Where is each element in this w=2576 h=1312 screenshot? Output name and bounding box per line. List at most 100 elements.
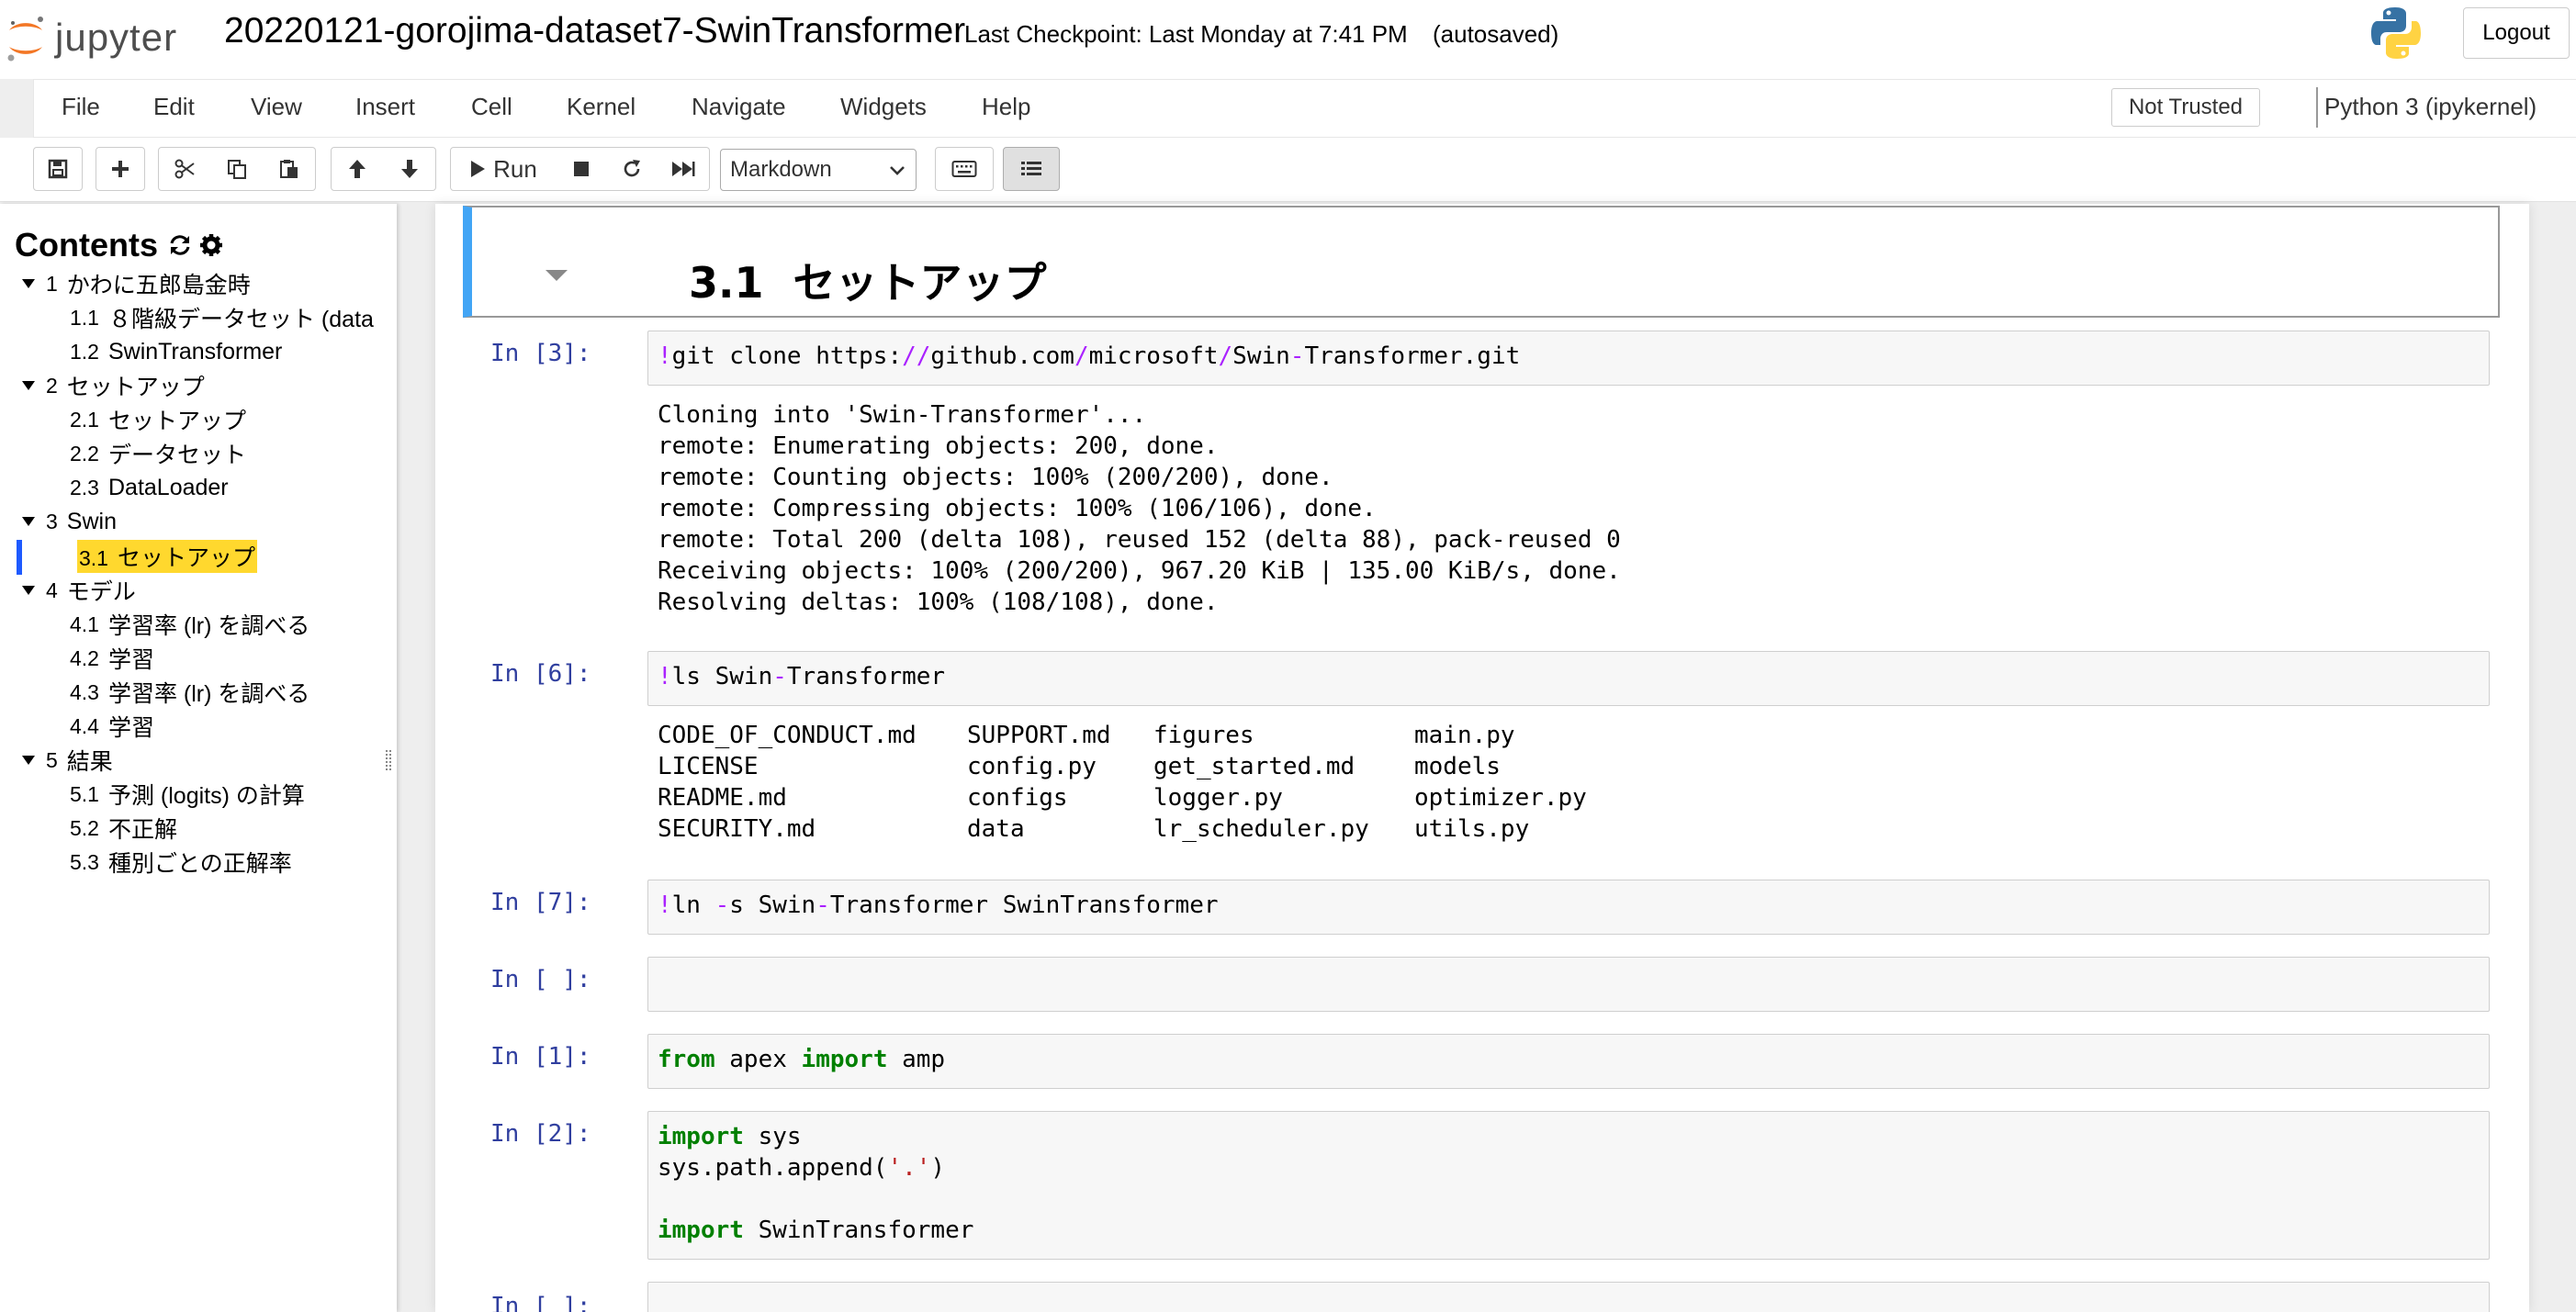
code-input[interactable]: from apex import amp: [647, 1034, 2490, 1089]
copy-button[interactable]: [210, 147, 264, 191]
code-token: Transformer: [786, 663, 946, 690]
toc-toggle-button[interactable]: [1003, 147, 1060, 191]
file-entry: logger.py: [1153, 784, 1283, 812]
toc-num: 4.4: [70, 713, 99, 738]
save-button[interactable]: [33, 147, 83, 191]
code-token: sys.path.append(: [658, 1154, 888, 1182]
menu-navigate[interactable]: Navigate: [692, 93, 786, 121]
code-token: import: [658, 1217, 744, 1244]
gear-icon[interactable]: [198, 232, 224, 258]
file-entry: SECURITY.md: [658, 815, 816, 843]
toc-label: ８階級データセット (data: [107, 307, 374, 332]
menu-cell[interactable]: Cell: [471, 93, 512, 121]
trust-button[interactable]: Not Trusted: [2111, 88, 2260, 127]
caret-down-icon[interactable]: [22, 756, 35, 765]
toc-item-3-1[interactable]: 3.1 セットアップ: [77, 540, 257, 573]
toc-item-2[interactable]: 2 セットアップ: [22, 369, 205, 402]
code-line: import sys: [658, 1121, 2480, 1152]
file-entry: README.md: [658, 784, 787, 812]
output-line: remote: Total 200 (delta 108), reused 15…: [658, 526, 1621, 554]
toc-label: セットアップ: [66, 375, 205, 400]
toc-label: 学習率 (lr) を調べる: [107, 613, 310, 639]
code-token: /: [1218, 342, 1233, 370]
code-token: !: [658, 891, 672, 919]
menu-insert[interactable]: Insert: [355, 93, 415, 121]
toc-num: 5: [46, 747, 58, 772]
jupyter-logo-icon: [7, 17, 43, 62]
toc-item-4-4[interactable]: 4.4 学習: [70, 710, 154, 743]
toc-item-5[interactable]: 5 結果: [22, 744, 113, 777]
toc-item-1-2[interactable]: 1.2 SwinTransformer: [70, 335, 282, 368]
toc-label: SwinTransformer: [107, 338, 283, 364]
toc-label: 結果: [66, 749, 113, 775]
menubar: File Edit View Insert Cell Kernel Naviga…: [33, 79, 2576, 138]
toc-item-2-3[interactable]: 2.3 DataLoader: [70, 471, 229, 504]
code-input[interactable]: [647, 957, 2490, 1012]
jupyter-logo[interactable]: jupyter: [4, 7, 177, 68]
command-palette-button[interactable]: [935, 147, 994, 191]
menu-widgets[interactable]: Widgets: [840, 93, 927, 121]
code-token: microsoft: [1088, 342, 1219, 370]
toc-num: 2.3: [70, 475, 99, 499]
code-input[interactable]: !git clone https://github.com/microsoft/…: [647, 331, 2490, 386]
code-input[interactable]: !ln -s Swin-Transformer SwinTransformer: [647, 880, 2490, 935]
toc-num: 5.2: [70, 815, 99, 840]
menu-view[interactable]: View: [251, 93, 302, 121]
toc-item-5-3[interactable]: 5.3 種別ごとの正解率: [70, 846, 292, 879]
file-entry: figures: [1153, 722, 1254, 749]
restart-run-all-button[interactable]: [657, 147, 710, 191]
restart-button[interactable]: [606, 147, 658, 191]
cut-button[interactable]: [158, 147, 211, 191]
paste-button[interactable]: [263, 147, 316, 191]
code-input[interactable]: !ls Swin-Transformer: [647, 651, 2490, 706]
toc-num: 2: [46, 373, 58, 398]
caret-down-icon[interactable]: [22, 279, 35, 288]
toc-label: 学習: [107, 647, 154, 673]
caret-down-icon[interactable]: [22, 381, 35, 390]
move-up-button[interactable]: [331, 147, 384, 191]
refresh-icon[interactable]: [167, 232, 193, 258]
menu-edit[interactable]: Edit: [153, 93, 195, 121]
toc-item-3[interactable]: 3 Swin: [22, 505, 117, 538]
caret-down-icon[interactable]: [22, 586, 35, 595]
interrupt-button[interactable]: [556, 147, 607, 191]
collapse-caret-icon[interactable]: [546, 270, 568, 281]
logout-button[interactable]: Logout: [2463, 7, 2570, 59]
file-entry: utils.py: [1414, 815, 1530, 843]
menu-kernel[interactable]: Kernel: [567, 93, 636, 121]
toc-item-2-2[interactable]: 2.2 データセット: [70, 437, 246, 470]
code-input[interactable]: import sys sys.path.append('.') import Sw…: [647, 1111, 2490, 1260]
cell-type-select[interactable]: Markdown: [720, 149, 917, 191]
toc-item-2-1[interactable]: 2.1 セットアップ: [70, 403, 246, 436]
run-label: Run: [493, 154, 537, 183]
menu-file[interactable]: File: [62, 93, 100, 121]
markdown-cell[interactable]: 3.1 セットアップ: [463, 206, 2500, 318]
kernel-name[interactable]: Python 3 (ipykernel): [2324, 93, 2537, 121]
code-input[interactable]: [647, 1282, 2490, 1312]
insert-cell-button[interactable]: [96, 147, 145, 191]
code-token: import: [801, 1046, 888, 1073]
toc-item-4-2[interactable]: 4.2 学習: [70, 642, 154, 675]
toc-item-5-2[interactable]: 5.2 不正解: [70, 812, 177, 845]
code-token: from: [658, 1046, 715, 1073]
notebook-title[interactable]: 20220121-gorojima-dataset7-SwinTransform…: [224, 11, 965, 51]
toc-num: 5.1: [70, 781, 99, 806]
caret-down-icon[interactable]: [22, 517, 35, 526]
toc-item-1-1[interactable]: 1.1 ８階級データセット (data: [70, 301, 374, 334]
toc-item-4-3[interactable]: 4.3 学習率 (lr) を調べる: [70, 676, 309, 709]
toc-item-5-1[interactable]: 5.1 予測 (logits) の計算: [70, 778, 305, 811]
move-down-button[interactable]: [383, 147, 436, 191]
code-token: '.': [887, 1154, 931, 1182]
toc-num: 1.1: [70, 305, 99, 330]
resize-handle[interactable]: [386, 750, 391, 770]
file-entry: LICENSE: [658, 753, 759, 780]
run-button[interactable]: Run: [450, 147, 557, 191]
code-token: amp: [887, 1046, 946, 1073]
notebook-container: 3.1 セットアップ In [3]: !git clone https://gi…: [435, 204, 2529, 1312]
code-token: -: [1289, 342, 1305, 370]
toc-item-4-1[interactable]: 4.1 学習率 (lr) を調べる: [70, 608, 309, 641]
menu-help[interactable]: Help: [982, 93, 1030, 121]
toc-item-1[interactable]: 1 かわに五郎島金時: [22, 267, 251, 300]
toc-active-indicator: [17, 540, 22, 575]
toc-item-4[interactable]: 4 モデル: [22, 574, 136, 607]
